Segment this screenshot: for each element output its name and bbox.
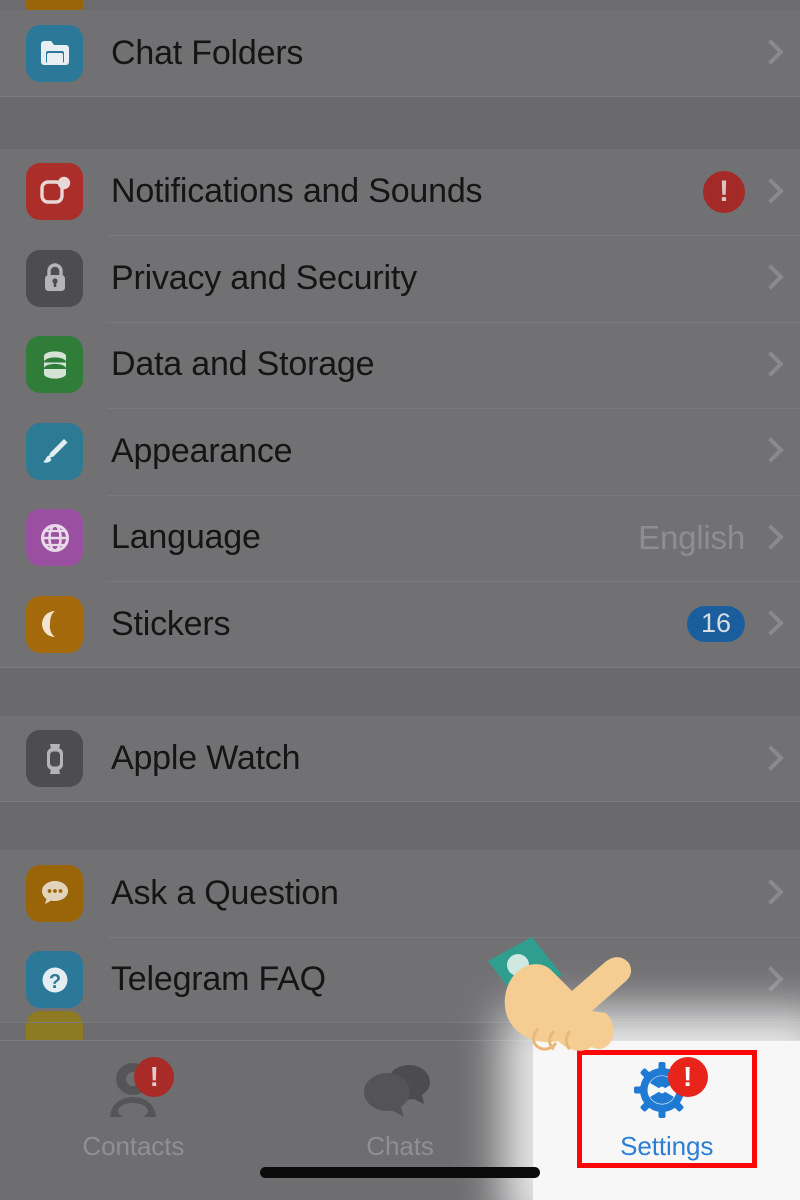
tab-contacts[interactable]: ! Contacts: [0, 1041, 267, 1200]
chevron-right-icon: [761, 523, 778, 553]
settings-row-privacy-and-security[interactable]: Privacy and Security: [0, 235, 800, 322]
row-accessory: [761, 878, 800, 908]
row-accessory: 16: [686, 606, 800, 643]
settings-section-devices: Apple Watch: [0, 715, 800, 802]
chevron-right-icon: [761, 965, 778, 995]
settings-row-label: Notifications and Sounds: [111, 172, 483, 211]
settings-row-label: Stickers: [111, 604, 231, 643]
settings-section-preferences: Notifications and Sounds ! Privacy and S…: [0, 148, 800, 668]
section-gap: [0, 96, 800, 149]
tab-label: Chats: [366, 1131, 434, 1161]
tab-label: Settings: [620, 1131, 714, 1161]
settings-section-folders: Chat Folders: [0, 0, 800, 97]
sticker-icon: [26, 595, 83, 653]
chevron-right-icon: [761, 350, 778, 380]
gear-icon: !: [630, 1057, 708, 1123]
row-accessory: !: [703, 170, 800, 213]
section-gap: [0, 802, 800, 850]
stickers-count-badge: 16: [686, 606, 745, 643]
row-accessory: [761, 965, 800, 995]
chats-icon: [363, 1061, 437, 1123]
paintbrush-icon: [26, 422, 83, 480]
section-gap: [0, 667, 800, 716]
settings-row-notifications-and-sounds[interactable]: Notifications and Sounds !: [0, 148, 800, 235]
settings-badge: !: [667, 1057, 708, 1097]
svg-text:?: ?: [48, 971, 60, 993]
chevron-right-icon: [761, 177, 778, 207]
settings-row-label: Apple Watch: [111, 739, 301, 778]
settings-row-data-and-storage[interactable]: Data and Storage: [0, 321, 800, 408]
settings-row-language[interactable]: Language English: [0, 494, 800, 581]
folder-icon: [26, 24, 83, 82]
row-accessory: English: [638, 519, 800, 557]
settings-row-label: Ask a Question: [111, 873, 339, 912]
notifications-icon: [26, 163, 83, 221]
globe-icon: [26, 509, 83, 567]
chat-bubble-icon: [26, 864, 83, 922]
settings-row-telegram-faq[interactable]: ? Telegram FAQ: [0, 936, 800, 1023]
chevron-right-icon: [761, 878, 778, 908]
language-value: English: [638, 518, 745, 556]
row-accessory: [761, 436, 800, 466]
lock-icon: [26, 249, 83, 307]
chevron-right-icon: [761, 263, 778, 293]
settings-list[interactable]: Chat Folders Notifications and Sounds !: [0, 0, 800, 1068]
settings-row-label: Chat Folders: [111, 33, 304, 72]
settings-row-label: Data and Storage: [111, 345, 375, 384]
settings-row-label: Telegram FAQ: [111, 960, 326, 999]
row-accessory: [761, 350, 800, 380]
settings-row-label: Language: [111, 518, 261, 557]
settings-row-stickers[interactable]: Stickers 16: [0, 581, 800, 668]
tab-settings[interactable]: ! Settings: [533, 1041, 800, 1200]
row-accessory: [761, 263, 800, 293]
chevron-right-icon: [761, 436, 778, 466]
settings-section-help: Ask a Question ? Telegram FAQ: [0, 850, 800, 1068]
chevron-right-icon: [761, 38, 778, 68]
chevron-right-icon: [761, 744, 778, 774]
settings-row-appearance[interactable]: Appearance: [0, 408, 800, 495]
settings-row-chat-folders[interactable]: Chat Folders: [0, 10, 800, 97]
database-icon: [26, 336, 83, 394]
settings-row-apple-watch[interactable]: Apple Watch: [0, 715, 800, 802]
settings-row-label: Privacy and Security: [111, 258, 417, 297]
question-mark-icon: ?: [26, 951, 83, 1009]
row-accessory: [761, 38, 800, 68]
phone-screen: Chat Folders Notifications and Sounds !: [0, 0, 800, 1200]
chevron-right-icon: [761, 609, 778, 639]
settings-row-label: Appearance: [111, 431, 293, 470]
apple-watch-icon: [26, 730, 83, 788]
contacts-icon: !: [96, 1057, 175, 1123]
home-indicator: [260, 1167, 540, 1178]
tab-label: Contacts: [82, 1131, 185, 1161]
warning-badge: !: [703, 170, 745, 213]
contacts-badge: !: [134, 1057, 175, 1097]
row-accessory: [761, 744, 800, 774]
settings-row-ask-a-question[interactable]: Ask a Question: [0, 850, 800, 937]
